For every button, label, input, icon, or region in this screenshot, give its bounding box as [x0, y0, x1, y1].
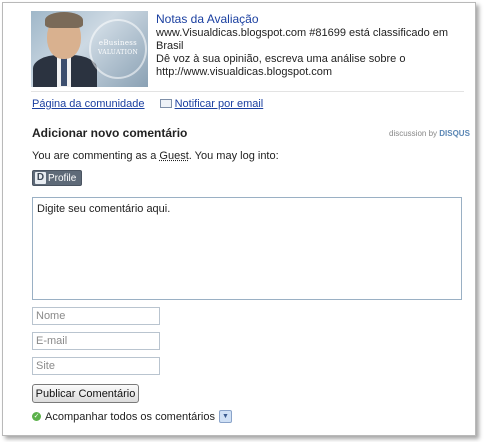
commenting-as-text: You are commenting as a Guest. You may l… — [32, 150, 279, 162]
publish-comment-button[interactable]: Publicar Comentário — [32, 384, 139, 403]
community-page-link[interactable]: Página da comunidade — [32, 98, 145, 110]
notify-email-link[interactable]: Notificar por email — [175, 98, 264, 110]
notify-email-container: Notificar por email — [159, 98, 264, 110]
seal-text: eBusiness Valuation — [91, 39, 145, 57]
powered-prefix: discussion by — [389, 129, 440, 138]
commenting-prefix: You are commenting as a — [32, 150, 160, 162]
disqus-profile-button[interactable]: D Profile — [32, 170, 82, 186]
description-line: www.Visualdicas.blogspot.com #81699 está… — [156, 27, 449, 39]
rating-header: eBusiness Valuation Notas da Avaliação w… — [3, 3, 475, 90]
check-circle-icon: ✓ — [32, 412, 41, 421]
profile-button-label: Profile — [48, 172, 77, 184]
name-field[interactable]: Nome — [32, 307, 160, 325]
description-line: Brasil — [156, 40, 184, 52]
rating-description: www.Visualdicas.blogspot.com #81699 está… — [156, 27, 456, 79]
disqus-logo-icon: D — [35, 172, 46, 184]
description-line: Dê voz à sua opinião, escreva uma anális… — [156, 53, 406, 65]
email-field[interactable]: E-mail — [32, 332, 160, 350]
follow-label: Acompanhar todos os comentários — [45, 410, 215, 423]
follow-comments-option[interactable]: ✓ Acompanhar todos os comentários ▼ — [32, 410, 232, 423]
widget-links: Página da comunidade Notificar por email — [32, 98, 263, 110]
powered-by-disqus[interactable]: discussion by DISQUS — [389, 129, 470, 138]
mail-icon — [159, 98, 172, 108]
rating-info: Notas da Avaliação www.Visualdicas.blogs… — [156, 12, 456, 79]
disqus-brand: DISQUS — [439, 129, 470, 138]
portrait-tie — [61, 58, 67, 86]
comment-textarea[interactable]: Digite seu comentário aqui. — [32, 197, 462, 300]
site-field[interactable]: Site — [32, 357, 160, 375]
add-comment-heading: Adicionar novo comentário — [32, 126, 188, 140]
disqus-widget-frame: eBusiness Valuation Notas da Avaliação w… — [2, 2, 476, 436]
chevron-down-icon[interactable]: ▼ — [218, 410, 232, 423]
guest-user-link[interactable]: Guest — [159, 150, 188, 162]
portrait-hair — [45, 12, 83, 28]
divider — [31, 91, 464, 92]
description-line: http://www.visualdicas.blogspot.com — [156, 66, 333, 78]
seal-text-line2: Valuation — [97, 49, 139, 56]
business-valuation-image: eBusiness Valuation — [31, 11, 148, 87]
seal-text-line1: eBusiness — [98, 39, 138, 47]
commenting-suffix: . You may log into: — [188, 150, 279, 162]
rating-title-link[interactable]: Notas da Avaliação — [156, 12, 456, 27]
